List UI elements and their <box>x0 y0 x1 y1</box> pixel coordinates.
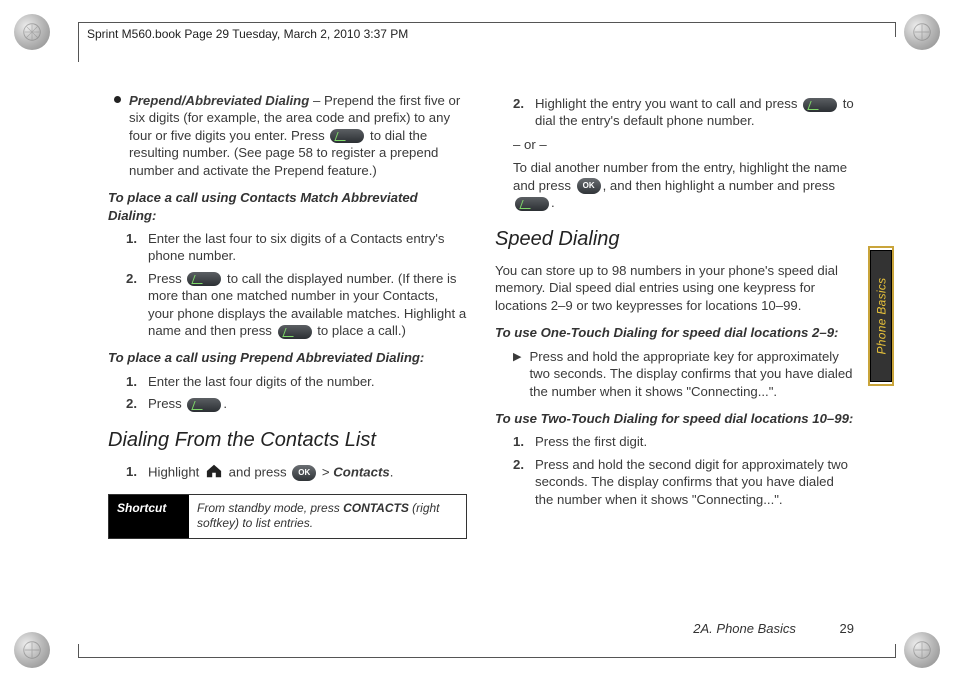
shortcut-callout: Shortcut From standby mode, press CONTAC… <box>108 494 467 540</box>
arrow-step-text: Press and hold the appropriate key for a… <box>529 348 854 400</box>
subhead-one-touch: To use One-Touch Dialing for speed dial … <box>495 324 854 341</box>
talk-key-icon <box>803 98 837 112</box>
corner-ornament-icon <box>904 14 940 50</box>
step-item: 1.Highlight and press OK > Contacts. <box>126 463 467 483</box>
corner-ornament-icon <box>904 632 940 668</box>
subhead-two-touch: To use Two-Touch Dialing for speed dial … <box>495 410 854 427</box>
heading-speed-dialing: Speed Dialing <box>495 226 854 252</box>
steps-dial-from-contacts: 1.Highlight and press OK > Contacts. <box>126 463 467 483</box>
step-alt-text: To dial another number from the entry, h… <box>513 159 854 211</box>
arrow-icon: ▶ <box>513 350 521 400</box>
left-column: Prepend/Abbreviated Dialing – Prepend th… <box>108 90 467 610</box>
step-item: 2.Press . <box>126 395 467 412</box>
step-text: Highlight and press OK > Contacts. <box>148 463 467 483</box>
page-content: Prepend/Abbreviated Dialing – Prepend th… <box>108 90 854 610</box>
corner-ornament-icon <box>14 14 50 50</box>
step-text: Enter the last four digits of the number… <box>148 373 467 390</box>
arrow-step: ▶ Press and hold the appropriate key for… <box>513 348 854 400</box>
steps-two-touch: 1.Press the first digit. 2.Press and hol… <box>513 433 854 508</box>
right-column: 2.Highlight the entry you want to call a… <box>495 90 854 610</box>
bullet-label: Prepend/Abbreviated Dialing <box>129 93 309 108</box>
footer-page-number: 29 <box>840 621 854 636</box>
talk-key-icon <box>278 325 312 339</box>
bullet-text: Prepend/Abbreviated Dialing – Prepend th… <box>129 92 467 179</box>
step-item: 2.Press to call the displayed number. (I… <box>126 270 467 340</box>
steps-dial-from-contacts-cont: 2.Highlight the entry you want to call a… <box>513 95 854 130</box>
shortcut-contacts-key: CONTACTS <box>343 501 409 515</box>
crop-mark-header: Sprint M560.book Page 29 Tuesday, March … <box>78 22 896 62</box>
step-text: Press and hold the second digit for appr… <box>535 456 854 508</box>
subhead-contacts-match: To place a call using Contacts Match Abb… <box>108 189 467 224</box>
shortcut-text: From standby mode, press CONTACTS (right… <box>189 495 466 539</box>
crop-mark-footer <box>78 644 896 658</box>
step-item: 1.Press the first digit. <box>513 433 854 450</box>
step-item: 1.Enter the last four digits of the numb… <box>126 373 467 390</box>
heading-dialing-from-contacts: Dialing From the Contacts List <box>108 427 467 453</box>
speed-dial-paragraph: You can store up to 98 numbers in your p… <box>495 262 854 314</box>
step-item: 1.Enter the last four to six digits of a… <box>126 230 467 265</box>
or-separator: – or – <box>513 136 854 153</box>
menu-path-contacts: Contacts <box>333 465 389 480</box>
step-text: Press to call the displayed number. (If … <box>148 270 467 340</box>
talk-key-icon <box>330 129 364 143</box>
shortcut-label: Shortcut <box>109 495 189 539</box>
talk-key-icon <box>187 398 221 412</box>
step-text: Press . <box>148 395 467 412</box>
step-text: Enter the last four to six digits of a C… <box>148 230 467 265</box>
section-side-tab: Phone Basics <box>870 250 892 382</box>
talk-key-icon <box>187 272 221 286</box>
talk-key-icon <box>515 197 549 211</box>
step-item: 2.Highlight the entry you want to call a… <box>513 95 854 130</box>
bullet-prepend-dialing: Prepend/Abbreviated Dialing – Prepend th… <box>114 92 467 179</box>
steps-contacts-match: 1.Enter the last four to six digits of a… <box>126 230 467 340</box>
side-tab-label: Phone Basics <box>874 278 888 355</box>
page-footer: 2A. Phone Basics 29 <box>108 621 854 636</box>
bullet-dot-icon <box>114 96 121 103</box>
subhead-prepend: To place a call using Prepend Abbreviate… <box>108 349 467 366</box>
step-item: 2.Press and hold the second digit for ap… <box>513 456 854 508</box>
steps-prepend: 1.Enter the last four digits of the numb… <box>126 373 467 413</box>
crop-header-text: Sprint M560.book Page 29 Tuesday, March … <box>87 27 408 41</box>
corner-ornament-icon <box>14 632 50 668</box>
ok-key-icon: OK <box>577 178 601 194</box>
footer-section: 2A. Phone Basics <box>693 621 796 636</box>
ok-key-icon: OK <box>292 465 316 481</box>
home-icon <box>205 463 223 483</box>
step-text: Press the first digit. <box>535 433 854 450</box>
step-text: Highlight the entry you want to call and… <box>535 95 854 130</box>
